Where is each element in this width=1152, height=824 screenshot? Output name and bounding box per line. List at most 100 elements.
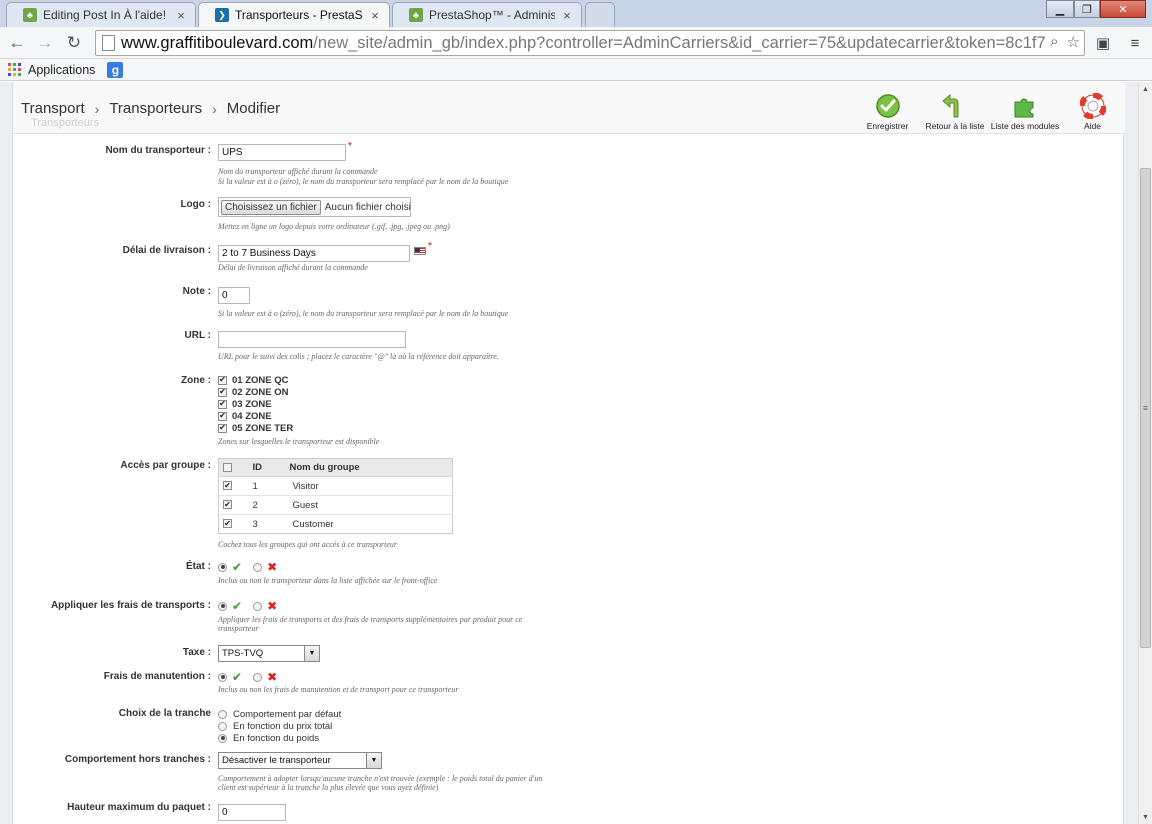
url-label: URL : [184,330,211,341]
lifebuoy-icon [1079,93,1106,119]
groups-hint: Cochez tous les groupes qui ont accès à … [218,540,398,549]
close-icon[interactable]: × [175,8,187,23]
new-tab-button[interactable] [585,2,615,27]
shipping-fees-switch: ✔ ✖ [218,599,278,613]
puzzle-icon [1014,98,1034,118]
state-yes-radio[interactable] [218,562,227,572]
us-flag-icon[interactable] [414,247,426,255]
required-marker: * [348,141,352,152]
scroll-up-icon[interactable]: ▲ [1139,82,1152,96]
max-height-label: Hauteur maximum du paquet : [67,802,211,813]
back-arrow-icon [942,93,959,118]
close-icon[interactable]: × [561,8,573,23]
groups-label: Accès par groupe : [120,460,211,471]
out-of-range-hint-2: client est supérieur à la tranche la plu… [218,783,439,792]
out-of-range-label: Comportement hors tranches : [64,754,211,765]
checkbox-checked[interactable]: ✔ [218,387,227,397]
modules-list-button[interactable]: Liste des modules [990,93,1060,131]
shipping-fees-yes-radio[interactable] [218,601,227,611]
handling-no-radio[interactable] [253,672,263,682]
choose-file-button[interactable]: Choisissez un fichier [221,199,321,215]
zone-item[interactable]: ✔ 05 ZONE TER [218,422,293,434]
site-favicon-icon: ♣ [23,8,37,22]
checkbox-checked[interactable]: ✔ [223,500,232,510]
maximize-button[interactable]: ❐ [1074,0,1100,18]
reload-icon[interactable]: ↻ [63,32,85,54]
minimize-button[interactable]: ▁ [1046,0,1074,18]
page-icon [102,35,115,51]
checkbox-checked[interactable]: ✔ [218,423,227,433]
logo-file-input[interactable]: Choisissez un fichier Aucun fichier choi… [218,197,411,217]
close-icon[interactable]: × [369,8,381,23]
cross-icon: ✖ [267,599,278,613]
checkbox-checked[interactable]: ✔ [223,481,232,491]
checkbox-checked[interactable]: ✔ [218,399,227,409]
tab-editing-post[interactable]: ♣ Editing Post In À l'aide! Pr × [6,2,196,27]
grade-input[interactable]: 0 [218,287,250,304]
chevron-right-icon: › [94,100,100,117]
window-close-button[interactable]: ✕ [1100,0,1146,18]
address-bar[interactable]: www.graffitiboulevard.com/new_site/admin… [95,30,1085,56]
delay-label: Délai de livraison : [122,245,211,256]
out-of-range-select[interactable]: Désactiver le transporteur ▼ [218,752,382,769]
billing-option-default[interactable]: Comportement par défaut [218,708,341,720]
billing-option-weight[interactable]: En fonction du poids [218,732,341,744]
handling-yes-radio[interactable] [218,672,227,682]
scroll-thumb[interactable]: ≡ [1140,168,1151,648]
extension-glasses-icon[interactable]: ▣ [1093,33,1113,53]
breadcrumb-transport[interactable]: Transport [21,100,85,117]
apps-grid-icon [8,63,21,76]
forward-arrow-icon[interactable]: → [34,32,56,54]
id-column-header: ID [252,458,290,477]
scroll-down-icon[interactable]: ▼ [1139,810,1152,824]
zone-item[interactable]: ✔ 04 ZONE [218,410,293,422]
back-to-list-button[interactable]: Retour à la liste [920,93,990,131]
checkbox-checked[interactable]: ✔ [223,519,232,529]
select-all-checkbox[interactable] [223,462,232,472]
billing-option-price[interactable]: En fonction du prix total [218,720,341,732]
billing-label: Choix de la tranche [118,708,211,719]
check-icon: ✔ [232,599,243,613]
zone-item[interactable]: ✔ 02 ZONE ON [218,386,293,398]
shipping-fees-no-radio[interactable] [253,601,263,611]
zoom-search-icon[interactable]: ⌕ [1050,33,1058,51]
breadcrumb-transporteurs[interactable]: Transporteurs [109,100,202,117]
prestashop-favicon-icon: ❯ [215,8,229,22]
bookmark-applications[interactable]: Applications [28,63,95,77]
tab-transporteurs[interactable]: ❯ Transporteurs - PrestaSho × [198,2,390,27]
back-arrow-icon[interactable]: ← [6,32,28,54]
carrier-name-hint: Nom du transporteur affiché durant la co… [218,167,378,176]
delay-input[interactable]: 2 to 7 Business Days [218,245,410,262]
carrier-name-label: Nom du transporteur : [105,145,211,156]
google-bookmark-icon[interactable]: g [107,61,124,78]
menu-hamburger-icon[interactable]: ≡ [1125,33,1145,53]
page-scrollbar[interactable]: ▲ ≡ ▼ [1138,82,1152,824]
content-panel: Transport › Transporteurs › Modifier Tra… [12,82,1125,824]
table-row: ✔ 2 Guest [218,495,453,515]
zone-item[interactable]: ✔ 03 ZONE [218,398,293,410]
bookmark-star-icon[interactable]: ☆ [1067,33,1080,51]
checkbox-checked[interactable]: ✔ [218,375,227,385]
carrier-name-input[interactable]: UPS [218,144,346,161]
save-check-icon [875,94,900,118]
site-favicon-icon: ♣ [409,8,423,22]
zone-item[interactable]: ✔ 01 ZONE QC [218,374,293,386]
shipping-fees-label: Appliquer les frais de transports : [50,600,211,611]
state-no-radio[interactable] [253,562,263,572]
save-button[interactable]: Enregistrer [855,93,920,131]
tax-label: Taxe : [182,647,211,658]
tracking-url-input[interactable] [218,331,406,348]
page-header: Transport › Transporteurs › Modifier Tra… [13,82,1125,134]
zone-label: Zone : [181,375,211,386]
table-row: ✔ 1 Visitor [218,476,453,496]
max-height-input[interactable]: 0 [218,804,286,821]
tab-prestashop-admin[interactable]: ♣ PrestaShop™ - Administra × [392,2,582,27]
bookmarks-bar: Applications g [0,59,1152,81]
toolbar-actions: Enregistrer Retour à la liste Liste des … [855,93,1125,131]
ghost-subtitle: Transporteurs [31,117,100,129]
breadcrumb-modifier: Modifier [226,100,281,117]
check-icon: ✔ [232,670,243,684]
checkbox-checked[interactable]: ✔ [218,411,227,421]
help-button[interactable]: Aide [1060,93,1125,131]
tax-select[interactable]: TPS-TVQ ▼ [218,645,320,662]
